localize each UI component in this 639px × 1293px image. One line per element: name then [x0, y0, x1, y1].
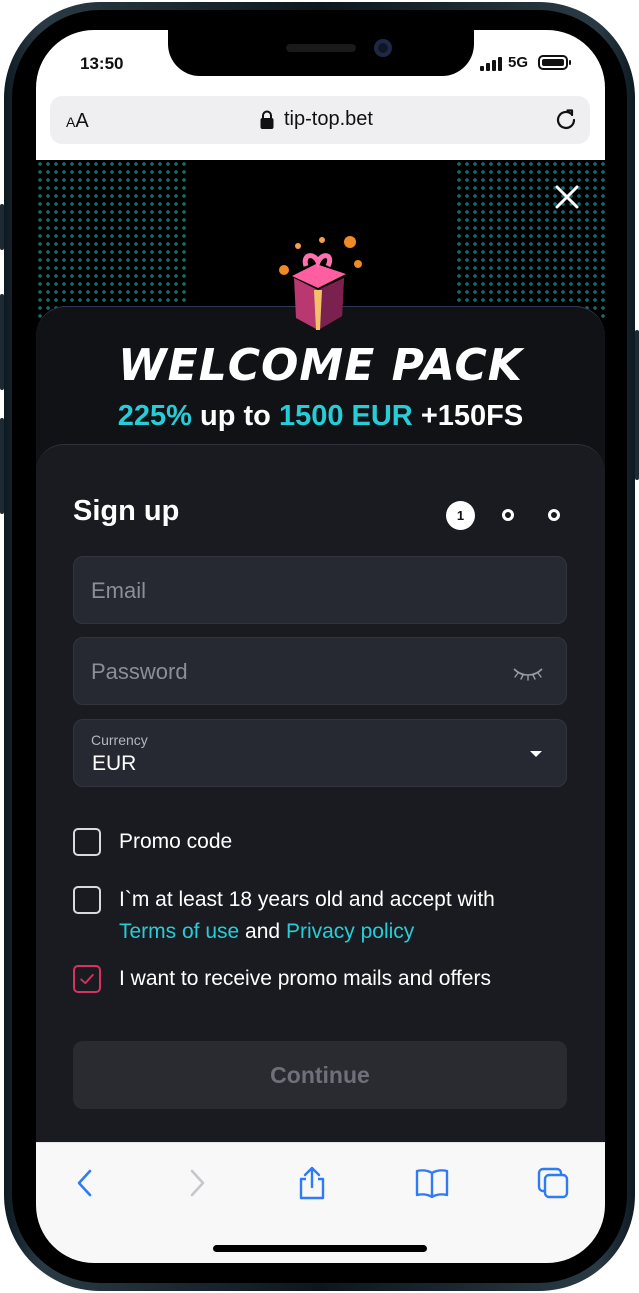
lock-icon: [260, 110, 274, 129]
status-bar: 13:50 5G: [36, 30, 605, 94]
age-terms-and: and: [239, 920, 286, 943]
silent-switch: [0, 204, 4, 250]
dot-pattern-left: [36, 160, 186, 320]
age-terms-label: I`m at least 18 years old and accept wit…: [119, 884, 549, 948]
notch: [168, 30, 474, 76]
dot-pattern-right: [455, 160, 605, 320]
close-icon[interactable]: [552, 182, 582, 212]
step-indicator-3: [548, 509, 560, 521]
eye-closed-icon[interactable]: [512, 665, 544, 681]
bonus-amount: 1500 EUR: [278, 400, 413, 432]
promo-mails-checkbox[interactable]: [73, 965, 101, 993]
browser-toolbar: [36, 1142, 605, 1263]
age-terms-text: I`m at least 18 years old and accept wit…: [119, 888, 495, 911]
status-time: 13:50: [80, 54, 124, 73]
browser-address-area: AA tip-top.bet: [36, 94, 605, 160]
volume-down-button: [0, 418, 4, 514]
signup-form: Sign up 1 Email Password Currency EUR Pr: [36, 444, 605, 1142]
power-button: [635, 330, 639, 480]
terms-of-use-link[interactable]: Terms of use: [119, 920, 239, 943]
email-placeholder: Email: [91, 578, 147, 603]
bonus-percent: 225%: [117, 400, 192, 432]
email-field[interactable]: Email: [73, 556, 567, 624]
text-size-big: A: [75, 110, 89, 132]
signal-icon: [480, 57, 502, 71]
page-content: WELCOME PACK 225% up to 1500 EUR +150FS …: [36, 160, 605, 1142]
password-field[interactable]: Password: [73, 637, 567, 705]
promo-bonus: 225% up to 1500 EUR +150FS: [36, 400, 605, 433]
tabs-icon[interactable]: [535, 1165, 571, 1201]
bookmarks-icon[interactable]: [414, 1165, 450, 1201]
network-type: 5G: [508, 54, 529, 71]
promo-mails-label[interactable]: I want to receive promo mails and offers: [119, 963, 491, 995]
promo-title: WELCOME PACK: [118, 340, 523, 391]
promo-code-label[interactable]: Promo code: [119, 826, 232, 858]
share-icon[interactable]: [294, 1165, 330, 1201]
bonus-extra: +150FS: [412, 400, 524, 432]
currency-select[interactable]: Currency EUR: [73, 719, 567, 787]
continue-button[interactable]: Continue: [73, 1041, 567, 1109]
form-heading: Sign up: [73, 495, 180, 527]
home-indicator: [213, 1245, 427, 1252]
currency-value: EUR: [92, 752, 137, 775]
volume-up-button: [0, 294, 4, 390]
check-icon: [80, 973, 94, 985]
step-indicator-2: [502, 509, 514, 521]
currency-label: Currency: [91, 732, 148, 748]
forward-icon[interactable]: [178, 1165, 214, 1201]
back-icon[interactable]: [68, 1165, 104, 1201]
url-text[interactable]: tip-top.bet: [284, 108, 373, 131]
bonus-mid: up to: [191, 400, 279, 432]
dropdown-caret-icon: [530, 751, 542, 757]
password-placeholder: Password: [91, 659, 188, 684]
gift-icon: [279, 236, 362, 330]
speaker: [286, 44, 356, 52]
address-bar[interactable]: AA tip-top.bet: [50, 96, 590, 144]
text-size-small: A: [66, 114, 76, 130]
step-indicator-current: 1: [446, 501, 475, 530]
privacy-policy-link[interactable]: Privacy policy: [286, 920, 414, 943]
phone-screen: 13:50 5G AA tip-top.bet WELCOME PACK 225…: [36, 30, 605, 1263]
battery-icon: [538, 55, 571, 70]
promo-code-checkbox[interactable]: [73, 828, 101, 856]
reload-icon[interactable]: [552, 106, 580, 134]
front-camera: [374, 39, 392, 57]
text-size-button[interactable]: AA: [66, 110, 89, 133]
age-terms-checkbox[interactable]: [73, 886, 101, 914]
